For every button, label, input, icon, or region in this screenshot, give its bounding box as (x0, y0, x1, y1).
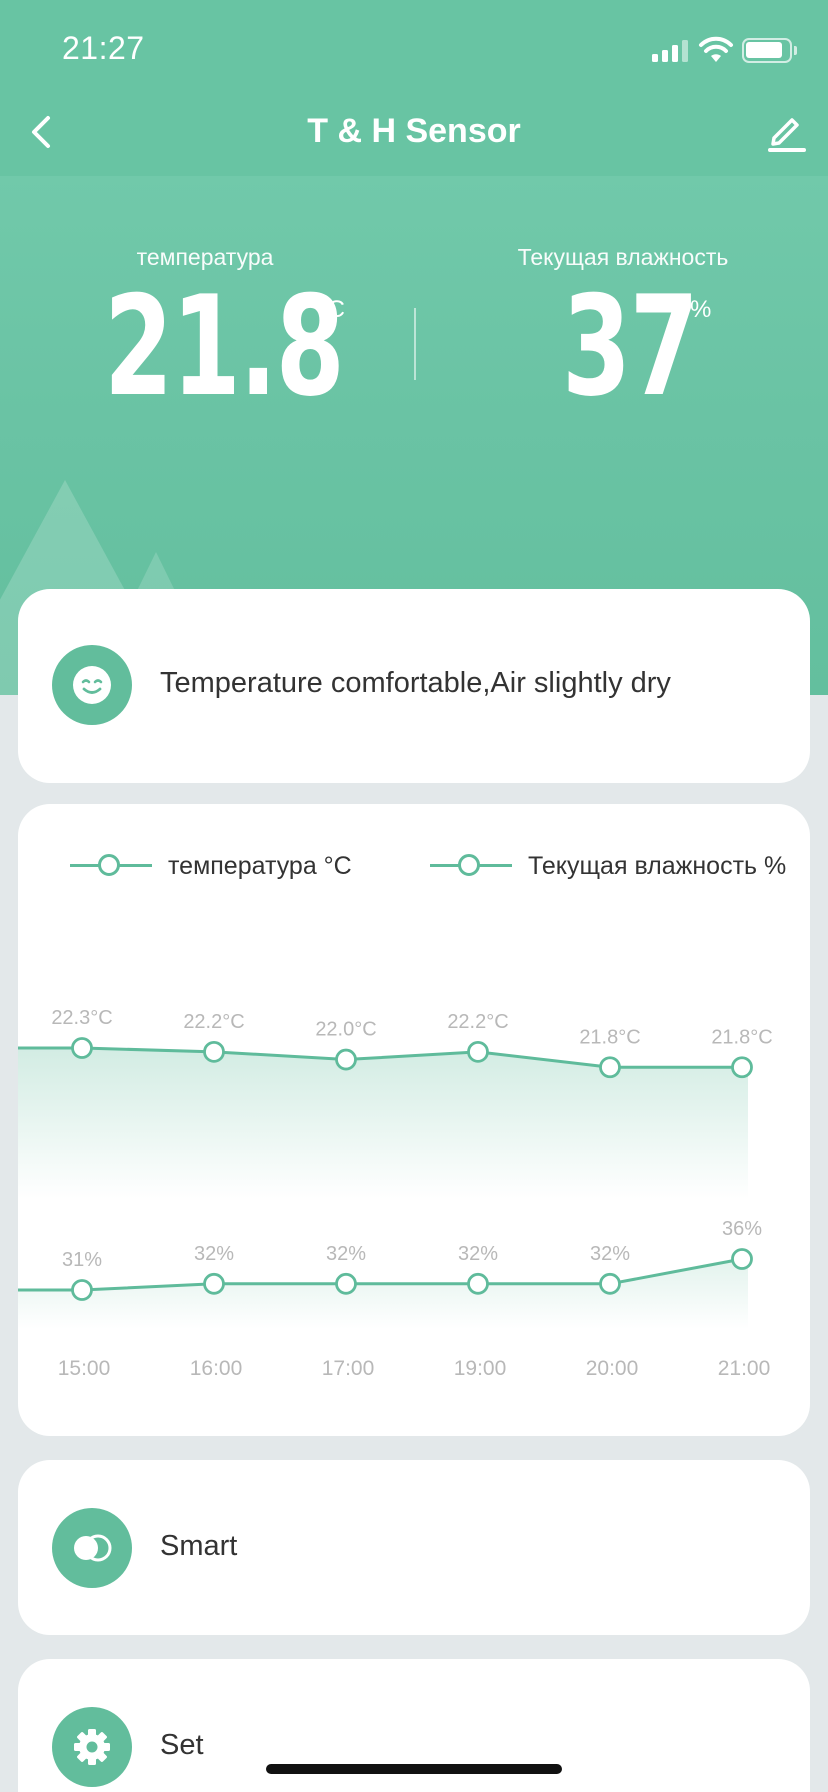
edit-pencil-icon[interactable] (764, 108, 808, 152)
series-area-0 (18, 1048, 748, 1199)
sensor-detail-screen: 21:27 T & H Sensor температура 21.8 °C Т… (0, 0, 828, 1792)
x-tick-label: 20:00 (586, 1357, 639, 1380)
smiley-face-icon (52, 645, 132, 725)
data-label: 22.2°C (447, 1011, 508, 1033)
humidity-unit: % (690, 296, 712, 323)
data-point (71, 1037, 93, 1059)
status-time: 21:27 (62, 30, 145, 66)
data-point (599, 1056, 621, 1079)
data-point (71, 1279, 93, 1301)
data-point (203, 1040, 225, 1063)
toggle-circles-icon (52, 1508, 132, 1588)
legend-marker (98, 854, 120, 876)
data-point (203, 1272, 225, 1295)
data-label: 21.8°C (579, 1026, 640, 1048)
data-label: 22.2°C (183, 1011, 244, 1033)
data-label: 32% (458, 1243, 498, 1265)
series-area-1 (18, 1259, 748, 1329)
data-label: 32% (590, 1243, 630, 1265)
data-point (731, 1248, 753, 1270)
x-tick-label: 15:00 (58, 1357, 111, 1380)
data-label: 31% (62, 1249, 102, 1271)
readings-divider (414, 308, 416, 380)
cellular-signal-icon (652, 40, 688, 62)
temperature-unit: °C (318, 296, 345, 323)
current-readings: температура 21.8 °C Текущая влажность 37… (0, 240, 828, 420)
home-indicator (266, 1764, 562, 1774)
comfort-status-text: Temperature comfortable,Air slightly dry (160, 667, 671, 699)
legend-label-temperature: температура °C (168, 852, 352, 880)
wifi-icon (699, 36, 733, 62)
history-line-chart: 22.3°C 22.2°C 22.0°C 22.2°C 21.8°C 21.8°C 31% 3… (18, 1007, 773, 1380)
x-tick-label: 17:00 (322, 1357, 375, 1380)
data-point (467, 1040, 489, 1063)
data-point (467, 1272, 489, 1295)
data-label: 22.3°C (51, 1007, 112, 1029)
data-label: 32% (194, 1243, 234, 1265)
humidity-value: 37 (562, 266, 699, 427)
history-chart-card: 22.3°C 22.2°C 22.0°C 22.2°C 21.8°C 21.8°C 31% 3… (18, 804, 810, 1436)
battery-icon (742, 38, 797, 63)
data-label: 32% (326, 1243, 366, 1265)
smart-menu-item[interactable]: Smart (18, 1460, 810, 1635)
x-tick-label: 21:00 (718, 1357, 771, 1380)
set-label: Set (160, 1729, 204, 1761)
data-point (731, 1056, 753, 1079)
temperature-value: 21.8 (104, 266, 345, 427)
legend-label-humidity: Текущая влажность % (528, 852, 787, 880)
comfort-status-card: Temperature comfortable,Air slightly dry (18, 589, 810, 783)
status-bar: 21:27 (0, 0, 828, 100)
data-point (335, 1272, 357, 1295)
x-tick-label: 16:00 (190, 1357, 243, 1380)
x-tick-label: 19:00 (454, 1357, 507, 1380)
gear-icon (52, 1707, 132, 1787)
smart-label: Smart (160, 1530, 238, 1562)
data-label: 21.8°C (711, 1026, 772, 1048)
chart-legend: температура °C Текущая влажность % (18, 846, 810, 886)
data-label: 22.0°C (315, 1019, 376, 1041)
data-point (335, 1048, 357, 1071)
data-point (599, 1272, 621, 1295)
data-label: 36% (722, 1218, 762, 1240)
page-title: T & H Sensor (307, 112, 521, 150)
legend-marker (458, 854, 480, 876)
